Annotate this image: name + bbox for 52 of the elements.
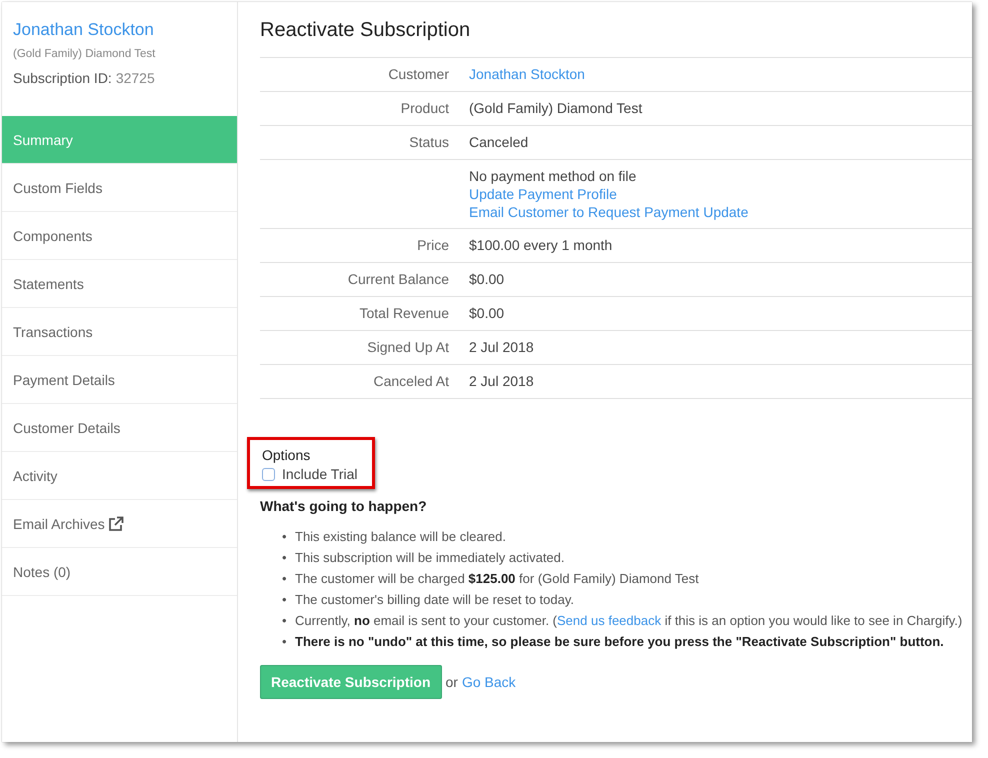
field-label: Price (417, 237, 449, 253)
list-item: This existing balance will be cleared. (295, 528, 506, 546)
sidebar-item[interactable]: Notes (0) (2, 548, 237, 596)
section-heading: What's going to happen? (260, 498, 428, 514)
list-item: There is no "undo" at this time, so please be sure before you press the "Reactivate Subscription" button. (295, 633, 944, 651)
sidebar-item[interactable]: Payment Details (2, 356, 237, 404)
bullet-marker: • (282, 591, 288, 609)
product-name: (Gold Family) Diamond Test (13, 48, 156, 60)
field-value: 2 Jul 2018 (469, 339, 534, 355)
field-label: Canceled At (374, 373, 449, 389)
bullet-marker: • (282, 612, 288, 630)
field-value: 2 Jul 2018 (469, 373, 534, 389)
sidebar-item[interactable]: Transactions (2, 308, 237, 356)
go-back-link[interactable]: Go Back (462, 674, 516, 690)
customer-name-link[interactable]: Jonathan Stockton (13, 20, 226, 40)
checkbox-label[interactable]: Include Trial (282, 466, 358, 482)
field-label: Status (409, 134, 449, 150)
field-value: No payment method on file (469, 168, 638, 184)
field-label: Total Revenue (359, 305, 449, 321)
field-value: Canceled (469, 134, 528, 150)
checkbox[interactable] (262, 468, 275, 480)
field-value: $100.00 every 1 month (469, 237, 612, 253)
subscription-id: 32725 (116, 70, 155, 86)
field-label: Current Balance (348, 271, 449, 287)
field-value: $0.00 (469, 305, 504, 321)
sidebar-item[interactable]: Email Archives (2, 500, 237, 548)
page-title: Reactivate Subscription (260, 19, 472, 42)
bullet-marker: • (282, 570, 288, 588)
bullet-marker: • (282, 528, 288, 546)
options-heading: Options (262, 447, 312, 463)
or-text: or (446, 674, 458, 690)
field-label: Product (400, 100, 449, 116)
field-value: (Gold Family) Diamond Test (469, 100, 642, 116)
list-item: The customer will be charged $125.00 for (Gold Family) Diamond Test (295, 570, 699, 588)
bullet-marker: • (282, 549, 288, 567)
sidebar-item[interactable]: Custom Fields (2, 164, 237, 212)
link[interactable]: Email Customer to Request Payment Update (469, 204, 748, 220)
list-item: This subscription will be immediately activated. (295, 549, 564, 567)
subscription-id-label: Subscription ID: (13, 70, 112, 86)
sidebar-item[interactable]: Statements (2, 260, 237, 308)
list-item: The customer's billing date will be reset to today. (295, 591, 574, 609)
link[interactable]: Update Payment Profile (469, 186, 748, 202)
bullet-marker: • (282, 633, 288, 651)
link[interactable]: Jonathan Stockton (469, 66, 585, 82)
feedback-link[interactable]: Send us feedback (557, 613, 662, 628)
field-label: Customer (388, 66, 449, 82)
sidebar-item[interactable]: Customer Details (2, 404, 237, 452)
sidebar-item[interactable]: Activity (2, 452, 237, 500)
field-label: Signed Up At (367, 339, 449, 355)
list-item: Currently, no email is sent to your customer. (Send us feedback if this is an option you would like to see in Chargify.) (295, 612, 962, 630)
field-value: $0.00 (469, 271, 504, 287)
sidebar-item[interactable]: Components (2, 212, 237, 260)
